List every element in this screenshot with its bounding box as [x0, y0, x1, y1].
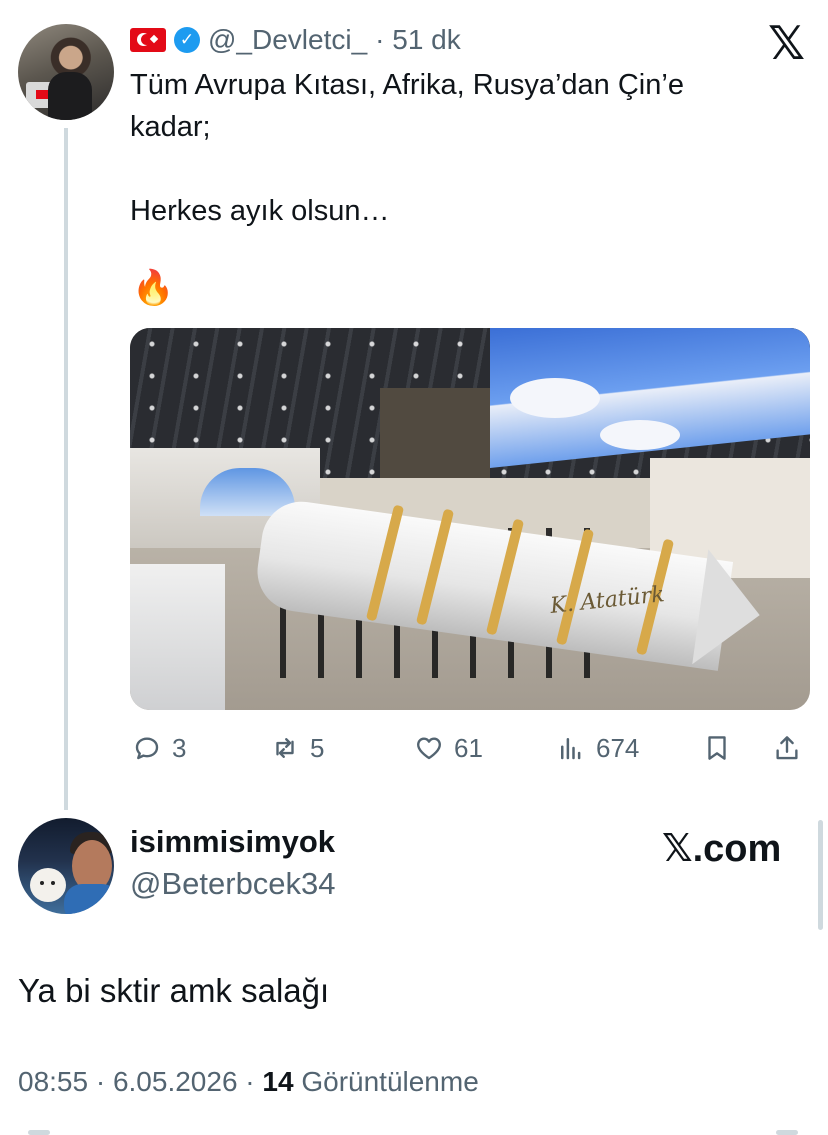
avatar-dog: [30, 868, 66, 902]
reply-count: 3: [172, 732, 187, 763]
image-counter: [130, 564, 225, 710]
avatar-figure: [48, 72, 92, 120]
dog-eye: [40, 881, 44, 885]
repost-icon: [276, 738, 294, 758]
verified-badge-icon: ✓: [174, 27, 200, 53]
repost-count: 5: [310, 732, 325, 763]
reply-icon: [135, 737, 159, 760]
bookmark-icon: [708, 736, 726, 760]
dog-eye: [51, 881, 55, 885]
bottom-edge-hint: [0, 1128, 828, 1135]
tweet-text: Tüm Avrupa Kıtası, Afrika, Rusya’dan Çin…: [130, 69, 684, 227]
reply-text: Ya bi sktir amk salağı: [18, 972, 330, 1009]
tweet-footer: 08:55 · 6.05.2026 · 14 Görüntülenme: [18, 1066, 479, 1098]
tweet-image[interactable]: K. Atatürk: [130, 328, 810, 710]
share-icon: [776, 736, 798, 760]
image-cloud: [600, 420, 680, 450]
tweet-timestamp[interactable]: 08:55 · 6.05.2026 ·: [18, 1066, 262, 1097]
xcom-logo: 𝕏.com: [662, 828, 782, 870]
views-number: 14: [262, 1066, 294, 1097]
tweet-time[interactable]: · 51 dk: [375, 24, 461, 56]
turkey-flag-icon: [130, 28, 166, 52]
views-button[interactable]: 674: [556, 726, 639, 770]
image-cloud: [510, 378, 600, 418]
bookmark-button[interactable]: [702, 726, 732, 770]
share-button[interactable]: [772, 726, 802, 770]
avatar-body: [64, 884, 114, 914]
avatar-isimmisimyok[interactable]: [18, 818, 114, 914]
fire-emoji: 🔥: [132, 269, 175, 307]
repost-button[interactable]: 5: [270, 726, 324, 770]
reply-button[interactable]: 3: [132, 726, 186, 770]
tweet-actions: 3 5 61 674: [130, 726, 810, 770]
avatar-devletci[interactable]: [18, 24, 114, 120]
x-logo-icon: 𝕏: [768, 16, 806, 70]
reply-author-handle[interactable]: @Beterbcek34: [130, 866, 336, 902]
tweet-meta: ✓ @_Devletci_ · 51 dk: [130, 22, 461, 58]
heart-icon: [417, 737, 441, 760]
views-label: Görüntülenme: [293, 1066, 479, 1097]
reply-author-name[interactable]: isimmisimyok: [130, 824, 335, 860]
author-handle[interactable]: @_Devletci_: [208, 24, 367, 56]
views-count: 674: [596, 732, 640, 763]
views-icon: [561, 738, 581, 760]
scrollbar[interactable]: [818, 820, 823, 930]
thread-line: [64, 128, 68, 810]
like-count: 61: [454, 732, 483, 763]
image-screen-hands: [380, 388, 490, 478]
like-button[interactable]: 61: [414, 726, 483, 770]
